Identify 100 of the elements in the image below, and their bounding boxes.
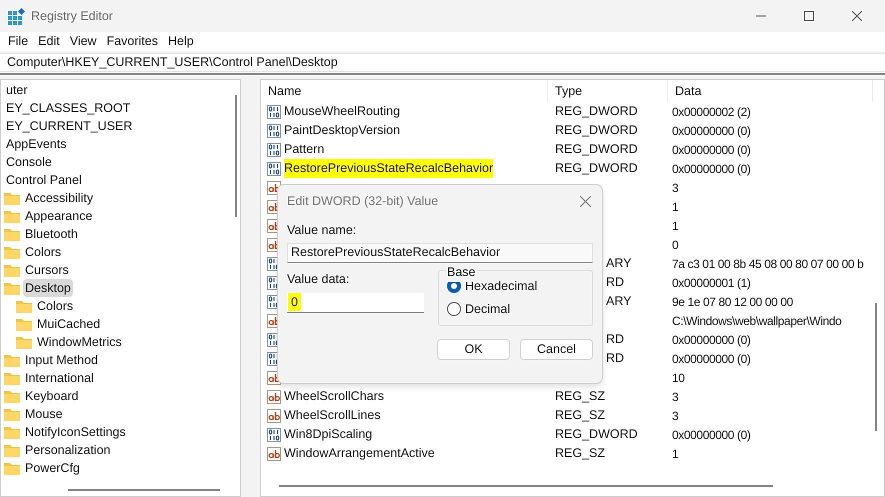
- value-data: 0x00000000 (0): [672, 332, 750, 346]
- scrollbar-thumb[interactable]: [235, 95, 237, 217]
- value-type: ARY: [606, 256, 632, 270]
- tree-item[interactable]: Console: [4, 152, 54, 172]
- tree-item[interactable]: WindowMetrics: [35, 332, 124, 352]
- folder-icon: [4, 228, 20, 240]
- window-title: Registry Editor: [31, 8, 113, 25]
- value-data: 0: [672, 238, 678, 252]
- value-data: 0x00000000 (0): [672, 124, 750, 138]
- value-name-field[interactable]: RestorePreviousStateRecalcBehavior: [287, 242, 593, 263]
- tree-item[interactable]: Colors: [23, 242, 64, 262]
- folder-icon: [4, 372, 20, 384]
- menu-item[interactable]: Edit: [33, 32, 65, 51]
- horizontal-scrollbar-thumb[interactable]: [68, 489, 220, 491]
- radio-label[interactable]: Decimal: [465, 300, 510, 318]
- value-type: REG_DWORD: [555, 104, 638, 118]
- folder-icon: [16, 336, 32, 348]
- dialog-button[interactable]: Cancel: [520, 338, 593, 360]
- dialog-button[interactable]: OK: [437, 338, 510, 360]
- tree-item[interactable]: Colors: [35, 296, 76, 316]
- tree-item[interactable]: Appearance: [23, 206, 94, 226]
- dialog-title: Edit DWORD (32-bit) Value: [287, 192, 438, 210]
- tree-item[interactable]: Bluetooth: [23, 224, 80, 244]
- value-data: 10: [672, 370, 685, 384]
- field-label: Value name:: [287, 222, 358, 239]
- menu-item[interactable]: View: [64, 32, 102, 51]
- folder-icon: [16, 300, 32, 312]
- value-type: REG_SZ: [555, 446, 606, 460]
- value-data: 0x00000000 (0): [672, 142, 750, 156]
- value-name[interactable]: Pattern: [284, 140, 324, 159]
- value-name[interactable]: MouseWheelRouting: [284, 102, 400, 121]
- field-label: Value data:: [287, 270, 350, 288]
- binary-value-icon: [267, 142, 281, 156]
- folder-icon: [4, 282, 20, 294]
- binary-value-icon: [267, 124, 281, 138]
- folder-icon: [4, 246, 20, 258]
- folder-icon: [4, 390, 20, 402]
- tree-item[interactable]: Personalization: [23, 440, 112, 460]
- value-name[interactable]: WheelScrollChars: [284, 387, 384, 406]
- tree-item[interactable]: Accessibility: [23, 188, 96, 208]
- tree-item[interactable]: MuiCached: [35, 314, 102, 334]
- tree-item[interactable]: uter: [4, 80, 30, 100]
- value-data: 3: [672, 180, 678, 194]
- value-name[interactable]: Win8DpiScaling: [284, 425, 372, 444]
- value-name[interactable]: WindowArrangementActive: [284, 444, 435, 463]
- value-data: 7a c3 01 00 8b 45 08 00 80 07 00 00 b: [672, 256, 864, 270]
- column-header[interactable]: Data: [668, 80, 873, 102]
- tree-item[interactable]: PowerCfg: [23, 458, 82, 478]
- tree-item[interactable]: EY_CURRENT_USER: [4, 116, 134, 136]
- registry-editor-logo-icon: [8, 8, 25, 24]
- value-type: RD: [606, 275, 624, 290]
- address-bar[interactable]: Computer\HKEY_CURRENT_USER\Control Panel\Desktop: [0, 53, 885, 72]
- tree-item[interactable]: Input Method: [23, 350, 100, 370]
- value-type: REG_DWORD: [555, 123, 638, 138]
- column-header[interactable]: Type: [548, 80, 668, 102]
- folder-icon: [4, 444, 20, 456]
- radio-button[interactable]: [447, 279, 461, 294]
- tree-item[interactable]: Cursors: [23, 260, 71, 280]
- string-value-icon: [267, 390, 281, 404]
- column-header[interactable]: Name: [261, 80, 548, 102]
- value-type: REG_DWORD: [555, 427, 638, 442]
- value-name[interactable]: PaintDesktopVersion: [284, 121, 400, 140]
- value-type: REG_DWORD: [555, 161, 638, 176]
- value-data: 1: [672, 446, 678, 460]
- string-value-icon: [267, 408, 281, 422]
- close-icon[interactable]: [580, 196, 591, 206]
- tree-item[interactable]: EY_CLASSES_ROOT: [4, 98, 132, 118]
- tree-item[interactable]: Control Panel: [4, 170, 84, 190]
- value-name[interactable]: WheelScrollLines: [284, 406, 381, 425]
- value-data: 0x00000000 (0): [672, 352, 750, 366]
- value-data: 0x00000000 (0): [672, 428, 750, 442]
- binary-value-icon: [267, 162, 281, 176]
- tree-item[interactable]: NotifyIconSettings: [23, 422, 128, 442]
- value-data: 0x00000000 (0): [672, 162, 750, 176]
- value-type: RD: [606, 332, 624, 346]
- value-data-field[interactable]: 0: [287, 292, 424, 312]
- tree-item[interactable]: International: [23, 368, 96, 388]
- folder-icon: [4, 264, 20, 276]
- tree-item[interactable]: Desktop: [23, 278, 73, 298]
- tree-item[interactable]: Mouse: [23, 404, 65, 424]
- value-type: RD: [606, 351, 624, 366]
- horizontal-scrollbar-thumb[interactable]: [279, 485, 773, 487]
- value-name[interactable]: RestorePreviousStateRecalcBehavior: [284, 159, 494, 178]
- menu-item[interactable]: Help: [162, 32, 199, 51]
- value-type: REG_DWORD: [555, 142, 638, 156]
- value-data: 0x00000001 (1): [672, 276, 750, 290]
- value-type: REG_SZ: [555, 408, 606, 422]
- tree-item[interactable]: AppEvents: [4, 134, 68, 154]
- folder-icon: [16, 318, 32, 330]
- scrollbar-thumb[interactable]: [875, 303, 877, 431]
- folder-icon: [4, 462, 20, 474]
- folder-icon: [4, 354, 20, 366]
- menu-item[interactable]: File: [3, 32, 34, 51]
- radio-button[interactable]: [447, 302, 461, 316]
- tree-item[interactable]: Keyboard: [23, 386, 81, 406]
- folder-icon: [4, 192, 20, 204]
- binary-value-icon: [267, 428, 281, 442]
- folder-icon: [4, 210, 20, 222]
- value-data: 1: [672, 200, 678, 214]
- menu-item[interactable]: Favorites: [102, 32, 163, 51]
